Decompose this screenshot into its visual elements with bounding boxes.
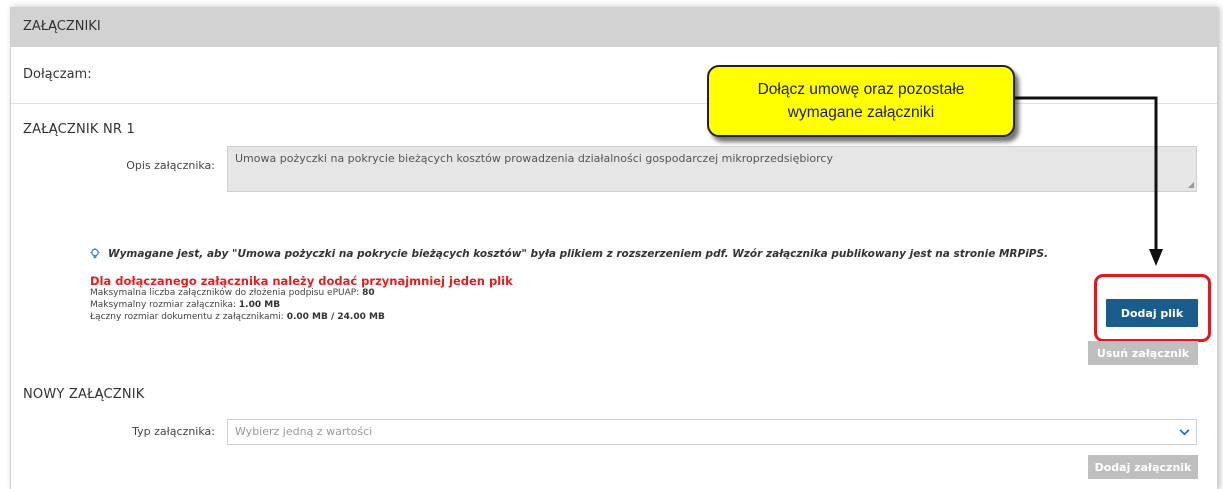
callout-line-2: wymagane załączniki <box>787 104 935 121</box>
warning-text: Dla dołączanego załącznika należy dodać … <box>90 274 513 288</box>
info-text: Wymagane jest, aby "Umowa pożyczki na po… <box>108 248 1049 260</box>
attach-row-label: Dołączam: <box>11 47 1217 104</box>
callout-box: Dołącz umowę oraz pozostałe wymagane zał… <box>707 65 1015 137</box>
callout-line-1: Dołącz umowę oraz pozostałe <box>757 81 965 98</box>
chevron-down-icon[interactable] <box>1172 420 1196 444</box>
attachment-heading: ZAŁĄCZNIK NR 1 <box>23 122 135 137</box>
add-file-button[interactable]: Dodaj plik <box>1106 299 1198 327</box>
lightbulb-icon <box>90 248 100 259</box>
section-header: ZAŁĄCZNIKI <box>11 7 1217 47</box>
type-select[interactable]: Wybierz jedną z wartości <box>227 419 1197 445</box>
description-textarea[interactable]: Umowa pożyczki na pokrycie bieżących kos… <box>227 146 1197 192</box>
new-attachment-heading: NOWY ZAŁĄCZNIK <box>23 387 145 402</box>
type-placeholder: Wybierz jedną z wartości <box>235 425 373 438</box>
info-message: Wymagane jest, aby "Umowa pożyczki na po… <box>90 248 1048 260</box>
remove-attachment-button[interactable]: Usuń załącznik <box>1088 341 1198 365</box>
attachments-panel: ZAŁĄCZNIKI Dołączam: ZAŁĄCZNIK NR 1 Opis… <box>10 7 1218 489</box>
description-value: Umowa pożyczki na pokrycie bieżących kos… <box>235 152 833 165</box>
meta-total-size: Łączny rozmiar dokumentu z załącznikami:… <box>90 312 385 322</box>
meta-max-count: Maksymalna liczba załączników do złożeni… <box>90 288 375 298</box>
description-label: Opis załącznika: <box>126 159 215 172</box>
meta-max-size: Maksymalny rozmiar załącznika: 1.00 MB <box>90 300 281 310</box>
resize-grip-icon[interactable]: ◢ <box>1188 181 1194 189</box>
type-label: Typ załącznika: <box>132 425 215 438</box>
add-attachment-button[interactable]: Dodaj załącznik <box>1088 455 1198 479</box>
